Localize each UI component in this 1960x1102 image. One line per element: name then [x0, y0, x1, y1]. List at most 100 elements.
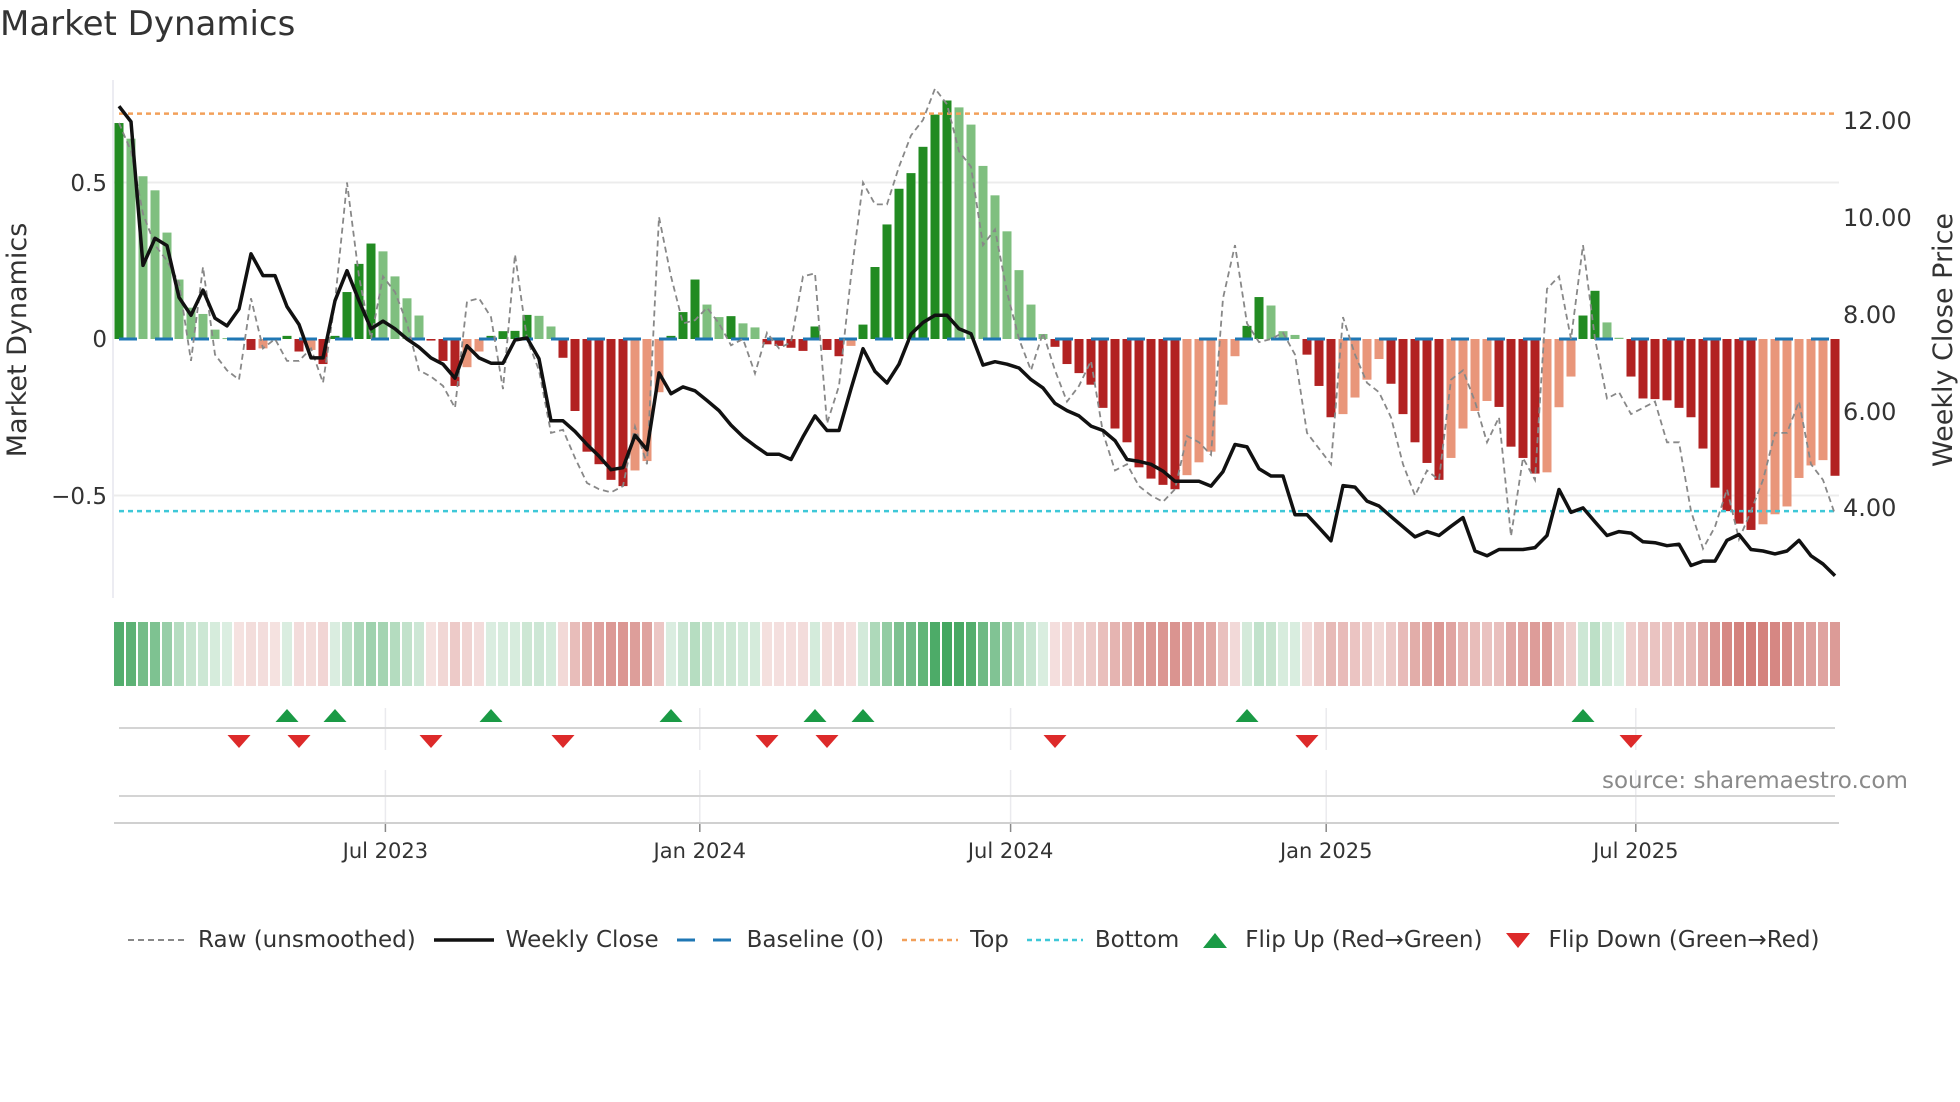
heat-strip-cell	[174, 622, 184, 686]
momentum-bar	[678, 312, 688, 339]
momentum-bar	[1122, 339, 1132, 443]
heat-strip-cell	[786, 622, 796, 686]
dotted-line-icon	[1026, 938, 1083, 942]
heat-strip-cell	[522, 622, 532, 686]
legend-item-top: Top	[902, 927, 1009, 953]
momentum-bar	[1218, 339, 1228, 405]
heat-strip-cell	[738, 622, 748, 686]
heat-strip-cell	[1314, 622, 1324, 686]
legend-label: Raw (unsmoothed)	[198, 927, 416, 953]
momentum-bar	[1290, 334, 1300, 339]
heat-strip-cell	[1434, 622, 1444, 686]
heat-strip-cell	[654, 622, 664, 686]
heat-strip-cell	[678, 622, 688, 686]
momentum-bar	[1602, 322, 1612, 339]
heat-strip-cell	[1098, 622, 1108, 686]
momentum-bar	[534, 315, 544, 339]
heat-strip-cell	[1542, 622, 1552, 686]
heat-strip-cell	[474, 622, 484, 686]
momentum-bar	[1578, 315, 1588, 339]
solid-line-icon	[433, 938, 494, 942]
heat-strip-cell	[690, 622, 700, 686]
legend-label: Bottom	[1094, 927, 1180, 953]
heat-strip-cell	[594, 622, 604, 686]
momentum-bar	[726, 316, 736, 339]
heat-strip-cell	[1302, 622, 1312, 686]
heat-strip-cell	[1002, 622, 1012, 686]
heat-strip-cell	[1602, 622, 1612, 686]
momentum-bar	[1170, 339, 1180, 490]
momentum-bar	[1482, 339, 1492, 401]
momentum-bar	[1230, 339, 1240, 357]
heat-strip-cell	[1158, 622, 1168, 686]
y2-tick-label: 8.00	[1843, 301, 1896, 329]
heat-strip-cell	[414, 622, 424, 686]
momentum-bar	[1722, 339, 1732, 512]
momentum-bar	[1158, 339, 1168, 485]
x-tick-label: Jan 2024	[652, 839, 747, 863]
heat-strip-cell	[942, 622, 952, 686]
momentum-bar	[594, 339, 604, 465]
flip-up-marker	[1571, 709, 1595, 722]
heat-strip-cell	[1734, 622, 1744, 686]
momentum-bar	[810, 326, 820, 339]
heat-strip-cell	[1530, 622, 1540, 686]
legend-label: Flip Down (Green→Red)	[1548, 927, 1820, 953]
heat-strip-cell	[1554, 622, 1564, 686]
heat-strip-cell	[306, 622, 316, 686]
momentum-bar	[1386, 339, 1396, 384]
heat-strip-cell	[246, 622, 256, 686]
heat-strip-cell	[1254, 622, 1264, 686]
momentum-bar	[1710, 339, 1720, 488]
heat-strip-cell	[1494, 622, 1504, 686]
heat-strip-cell	[438, 622, 448, 686]
momentum-bar	[546, 326, 556, 339]
heat-strip-cell	[606, 622, 616, 686]
heat-strip-cell	[870, 622, 880, 686]
flip-down-marker	[1619, 735, 1643, 748]
y2-tick-label: 4.00	[1843, 494, 1896, 522]
momentum-bar	[1614, 337, 1624, 339]
heat-strip-cell	[1518, 622, 1528, 686]
heat-strip-cell	[906, 622, 916, 686]
heat-strip-cell	[642, 622, 652, 686]
heat-strip-cell	[426, 622, 436, 686]
momentum-bar	[474, 339, 484, 352]
heat-strip-cell	[126, 622, 136, 686]
heat-strip-cell	[750, 622, 760, 686]
heat-strip-cell	[1278, 622, 1288, 686]
momentum-bar	[1542, 339, 1552, 473]
heat-strip-cell	[726, 622, 736, 686]
momentum-bar	[1302, 339, 1312, 355]
legend-item-flip-down: Flip Down (Green→Red)	[1500, 927, 1819, 953]
momentum-bar	[1674, 339, 1684, 408]
momentum-bar	[1770, 339, 1780, 515]
momentum-bar	[1134, 339, 1144, 468]
heat-strip-cell	[930, 622, 940, 686]
heat-strip-cell	[1614, 622, 1624, 686]
heat-strip-cell	[1830, 622, 1840, 686]
legend-label: Baseline (0)	[746, 927, 885, 953]
heat-strip-cell	[1590, 622, 1600, 686]
legend-item-baseline: Baseline (0)	[676, 927, 885, 953]
momentum-bar	[690, 279, 700, 339]
momentum-bar	[1338, 339, 1348, 415]
heat-strip-cell	[114, 622, 124, 686]
heat-strip-cell	[1050, 622, 1060, 686]
heat-strip-cell	[198, 622, 208, 686]
heat-strip-cell	[762, 622, 772, 686]
momentum-bar	[558, 339, 568, 358]
heat-strip-cell	[1410, 622, 1420, 686]
flip-up-marker	[803, 709, 827, 722]
momentum-bar	[918, 146, 928, 339]
momentum-bar	[342, 292, 352, 339]
heat-strip-cell	[1326, 622, 1336, 686]
heat-strip-cell	[1458, 622, 1468, 686]
momentum-bar	[750, 327, 760, 339]
momentum-bar	[1254, 297, 1264, 339]
momentum-bar	[930, 114, 940, 339]
momentum-bar	[798, 339, 808, 351]
momentum-bar	[1470, 339, 1480, 411]
momentum-bar	[1758, 339, 1768, 525]
flip-down-marker	[1295, 735, 1319, 748]
